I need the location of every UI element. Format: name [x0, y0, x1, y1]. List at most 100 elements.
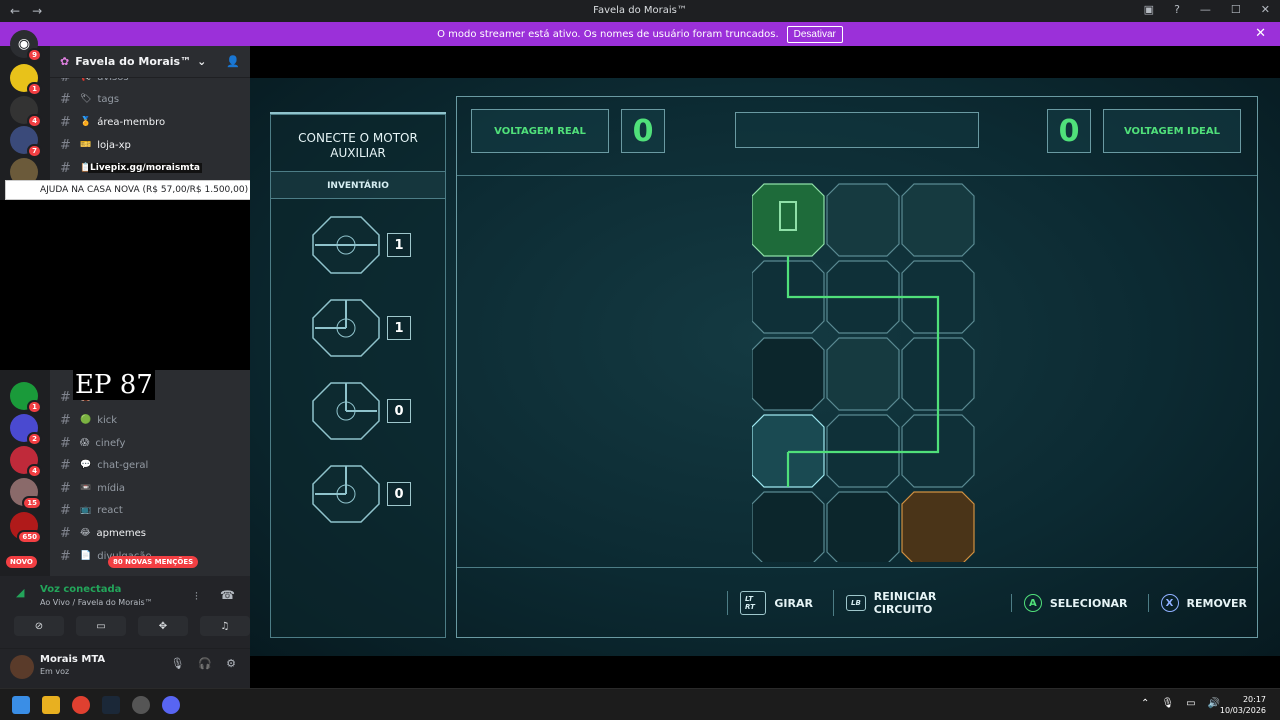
circuit-piece-icon — [312, 382, 380, 440]
x-button-icon: X — [1160, 594, 1179, 612]
voltage-ideal-value: 0 — [1047, 109, 1091, 153]
server-icon[interactable]: 1 — [10, 382, 42, 414]
soundboard-icon[interactable]: ♫ — [200, 616, 250, 636]
steam-icon[interactable] — [102, 696, 120, 714]
server-icon-small: ✿ — [60, 55, 70, 68]
rotate-control[interactable]: LT RT GIRAR — [727, 591, 813, 615]
a-button-icon: A — [1023, 594, 1042, 612]
objective-title: CONECTE O MOTOR AUXILIAR — [298, 131, 418, 160]
help-icon[interactable]: ? — [1174, 3, 1180, 16]
remove-control[interactable]: X REMOVER — [1147, 594, 1247, 612]
maximize-icon[interactable]: ☐ — [1231, 3, 1241, 16]
user-status: Em voz — [40, 667, 70, 676]
reset-circuit-control[interactable]: LB REINICIAR CIRCUITO — [832, 590, 991, 616]
overlay-black-box — [0, 200, 268, 370]
channel-item[interactable]: # 😂 apmemes — [50, 522, 250, 544]
server-header[interactable]: ✿ Favela do Morais™ ⌄ 👤 — [50, 46, 250, 78]
circuit-piece-icon — [312, 216, 380, 274]
voltage-ideal-label: VOLTAGEM IDEAL — [1103, 109, 1241, 153]
inventory-item[interactable]: 0 — [311, 464, 431, 524]
channel-item[interactable]: # 📺 react — [50, 499, 250, 521]
voice-channel[interactable]: Ao Vivo / Favela do Morais™ — [40, 598, 153, 607]
inventory-item[interactable]: 0 — [311, 381, 431, 441]
badge-count: 7 — [27, 144, 42, 158]
headset-icon[interactable]: 🎧 — [198, 657, 212, 670]
server-icon[interactable]: 4 — [10, 446, 42, 478]
activities-icon[interactable]: ✥ — [138, 616, 188, 636]
voltage-real-label: VOLTAGEM REAL — [471, 109, 609, 153]
circuit-board — [752, 183, 975, 562]
clock[interactable]: 20:17 10/03/2026 — [1220, 694, 1266, 716]
server-icon[interactable]: 7 — [10, 126, 42, 158]
circuit-piece-icon — [312, 465, 380, 523]
select-control[interactable]: A SELECIONAR — [1010, 594, 1128, 612]
disconnect-icon[interactable]: ☎ — [220, 588, 235, 602]
server-icon[interactable]: 15 — [10, 478, 42, 510]
window-title: Favela do Morais™ — [593, 5, 687, 16]
discord-icon[interactable] — [162, 696, 180, 714]
avatar[interactable] — [10, 655, 34, 679]
donation-goal-text: AJUDA NA CASA NOVA (R$ 57,00/R$ 1.500,00… — [5, 180, 267, 200]
gear-icon[interactable]: ⚙ — [226, 657, 236, 670]
badge-count: 2 — [27, 432, 42, 446]
inventory-item[interactable]: 1 — [311, 215, 431, 275]
voice-panel: ◢ Voz conectada Ao Vivo / Favela do Mora… — [0, 576, 250, 688]
game-scene: CONECTE O MOTOR AUXILIAR INVENTÁRIO 1 1 … — [250, 78, 1280, 656]
circuit-piece-icon — [312, 299, 380, 357]
server-icon[interactable]: 650 — [10, 512, 42, 544]
close-icon[interactable]: ✕ — [1261, 3, 1270, 16]
server-name: Favela do Morais™ — [75, 55, 192, 68]
channel-item[interactable]: # 🎫 loja-xp — [50, 134, 250, 156]
voice-status: Voz conectada — [40, 584, 122, 595]
screen-share-icon[interactable]: ▭ — [76, 616, 126, 636]
channel-item[interactable]: # 🏷 tags — [50, 88, 250, 110]
start-icon[interactable] — [12, 696, 30, 714]
controls-bar: LT RT GIRAR LB REINICIAR CIRCUITO A SELECIO… — [727, 585, 1247, 621]
discord-home-icon[interactable]: ◉ 9 — [10, 30, 42, 62]
voltage-meter — [735, 112, 979, 148]
noise-suppression-icon[interactable]: ⫶ — [195, 590, 198, 604]
livepix-text: Livepix.gg/moraismta — [88, 163, 202, 173]
minimize-icon[interactable]: — — [1200, 3, 1211, 16]
badge-count: 1 — [27, 400, 42, 414]
signal-icon: ◢ — [16, 586, 25, 599]
volume-icon[interactable]: 🔊 — [1208, 698, 1220, 709]
inventory-count: 1 — [387, 233, 411, 257]
display-icon[interactable]: ▭ — [1186, 698, 1195, 709]
microphone-icon[interactable]: 🎙 — [170, 657, 184, 670]
banner-text: O modo streamer está ativo. Os nomes de … — [437, 28, 779, 40]
disable-streamer-button[interactable]: Desativar — [786, 25, 843, 43]
voltage-real-value: 0 — [621, 109, 665, 153]
obs-icon[interactable] — [132, 696, 150, 714]
banner-close-icon[interactable]: ✕ — [1255, 26, 1266, 41]
chevron-up-icon[interactable]: ⌃ — [1141, 698, 1149, 709]
inbox-icon[interactable]: ▣ — [1144, 3, 1154, 16]
circuit-panel: VOLTAGEM REAL 0 0 VOLTAGEM IDEAL LT RT G… — [456, 96, 1258, 638]
channel-item[interactable]: # 💬 chat-geral — [50, 454, 250, 476]
server-icon[interactable]: 2 — [10, 414, 42, 446]
inventory-item[interactable]: 1 — [311, 298, 431, 358]
server-icon[interactable]: 4 — [10, 96, 42, 128]
user-panel: Morais MTA Em voz 🎙 🎧 ⚙ — [0, 648, 250, 688]
chrome-icon[interactable] — [72, 696, 90, 714]
invite-user-icon[interactable]: 👤 — [226, 55, 240, 68]
username: Morais MTA — [40, 654, 106, 665]
mic-tray-icon[interactable]: 🎙 — [1161, 698, 1174, 709]
title-bar: ← → Favela do Morais™ ▣ ? — ☐ ✕ — [0, 0, 1280, 22]
inventory-header: INVENTÁRIO — [271, 171, 445, 199]
mentions-badge[interactable]: 80 NOVAS MENÇÕES — [108, 556, 199, 568]
novo-badge[interactable]: NOVO — [6, 556, 37, 568]
channel-item[interactable]: # 📼 mídia — [50, 477, 250, 499]
channel-item[interactable]: # 😱 cinefy — [50, 432, 250, 454]
badge-count: 15 — [22, 496, 42, 510]
chevron-down-icon: ⌄ — [197, 55, 207, 68]
inventory-count: 1 — [387, 316, 411, 340]
game-stream: CONECTE O MOTOR AUXILIAR INVENTÁRIO 1 1 … — [250, 46, 1280, 688]
streamer-mode-banner: O modo streamer está ativo. Os nomes de … — [0, 22, 1280, 46]
server-icon[interactable]: 1 — [10, 64, 42, 96]
channel-item[interactable]: # 🏅 área-membro — [50, 111, 250, 133]
camera-off-icon[interactable]: ⊘ — [14, 616, 64, 636]
channel-item[interactable]: # 🟢 kick — [50, 409, 250, 431]
badge-count: 9 — [27, 48, 42, 62]
file-explorer-icon[interactable] — [42, 696, 60, 714]
